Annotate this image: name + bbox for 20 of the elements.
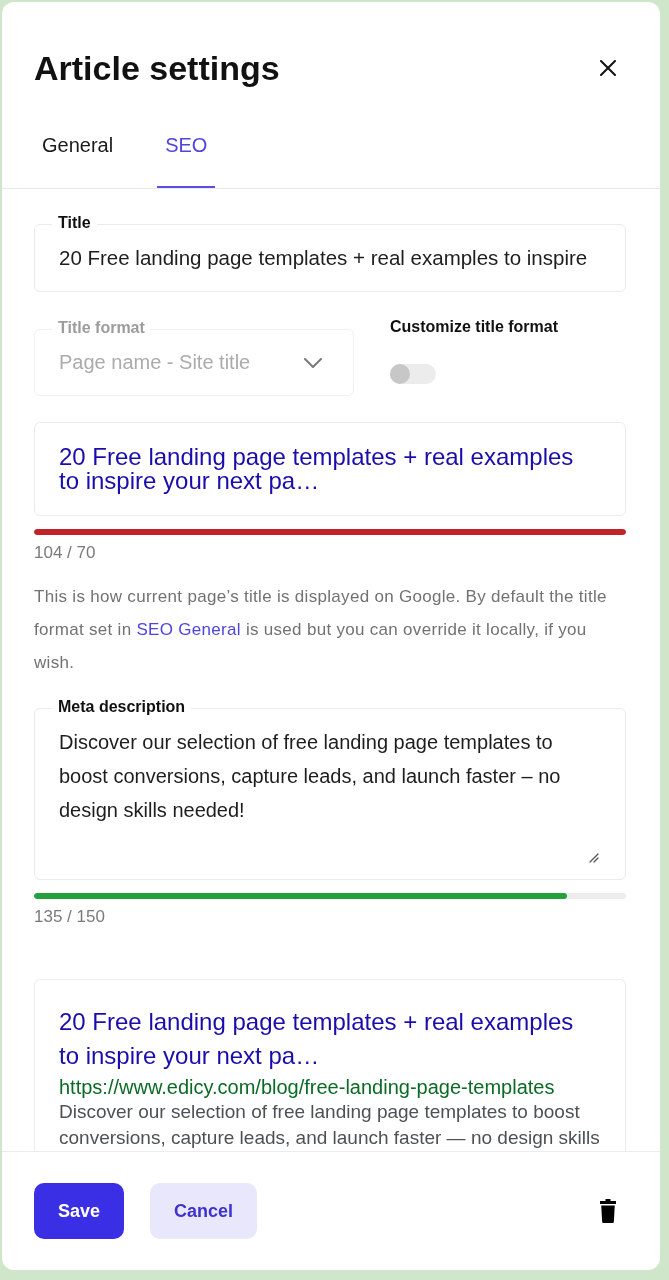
result-title: 20 Free landing page templates + real examples to inspire your next pa… [59, 1007, 575, 1071]
character-count: 104 / 70 [34, 543, 97, 563]
tab[interactable]: SEO [157, 134, 216, 188]
help-text: This is how current page’s title is displayed on Google. By default the title format set in SEO General is used but you can override it locally, if you wish. [34, 586, 608, 674]
trash-icon[interactable] [600, 1199, 616, 1223]
save-button[interactable]: Save [34, 1183, 125, 1239]
title-preview: 20 Free landing page templates + real examples to inspire your next pa… [34, 422, 626, 516]
seo-general-link[interactable]: SEO General [136, 620, 241, 639]
chevron-down-icon [304, 357, 322, 368]
panel-title: Article settings [34, 48, 280, 88]
resize-handle-icon[interactable] [589, 853, 599, 863]
result-url: https://www.edicy.com/blog/free-landing-page-templates [59, 1075, 556, 1099]
customize-title-format-label: Customize title format [390, 317, 558, 337]
close-icon[interactable] [600, 60, 616, 76]
result-description: Discover our selection of free landing page templates to boost conversions, capture leads, and launch faster — no design skills [59, 1100, 601, 1150]
meta-description-label: Meta description [52, 697, 192, 717]
cancel-button[interactable]: Cancel [150, 1183, 258, 1239]
character-count: 135 / 150 [34, 907, 106, 927]
tab[interactable]: General [34, 134, 122, 188]
toggle-switch[interactable] [390, 364, 436, 384]
